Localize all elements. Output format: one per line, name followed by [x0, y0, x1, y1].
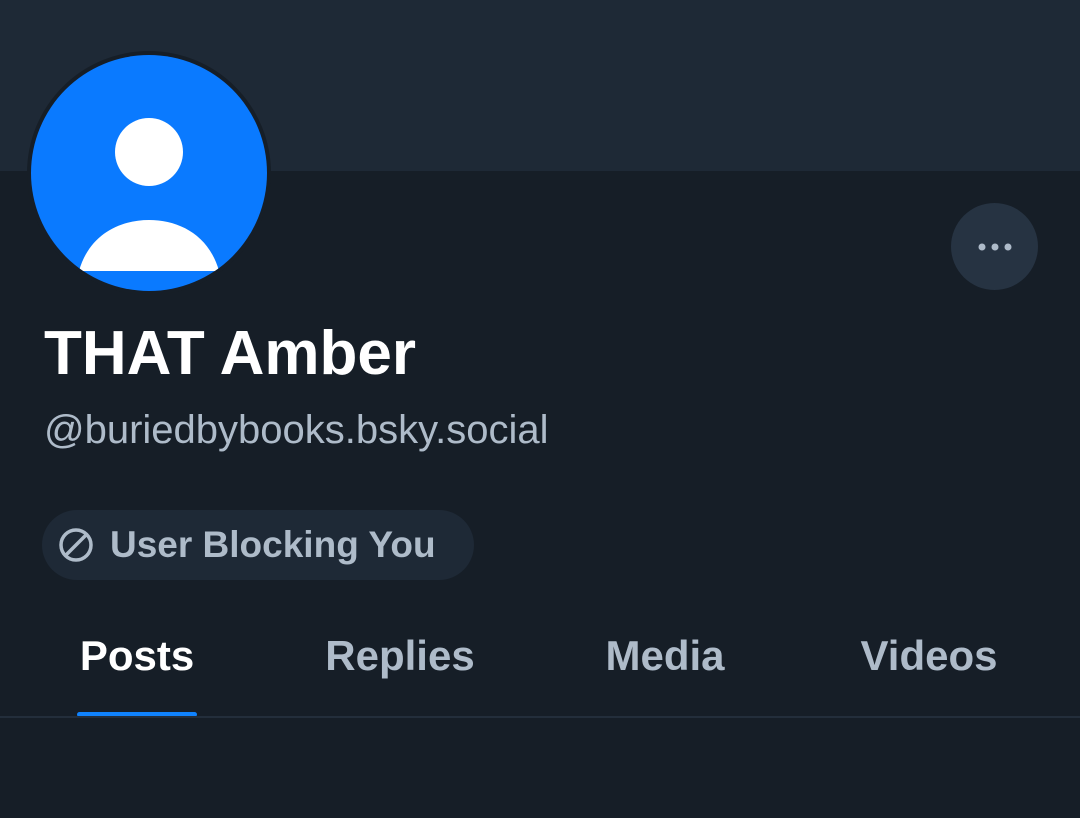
- display-name: THAT Amber: [44, 319, 416, 388]
- tab-media[interactable]: Media: [580, 612, 750, 717]
- tab-replies[interactable]: Replies: [310, 612, 490, 717]
- tab-label: Media: [605, 632, 725, 679]
- more-options-button[interactable]: [951, 203, 1038, 290]
- tab-posts[interactable]: Posts: [77, 612, 197, 717]
- avatar[interactable]: [27, 51, 271, 295]
- blocking-status-badge: User Blocking You: [42, 510, 474, 580]
- default-person-avatar-icon: [31, 55, 267, 291]
- tab-videos[interactable]: Videos: [840, 612, 1018, 717]
- tabs-divider: [0, 716, 1080, 718]
- ellipsis-icon: [978, 243, 1011, 250]
- tab-label: Posts: [79, 632, 195, 679]
- block-icon: [59, 528, 93, 562]
- blocking-status-label: User Blocking You: [110, 524, 436, 565]
- profile-tabs: Posts Replies Media Videos: [0, 612, 1080, 717]
- tab-label: Videos: [860, 632, 998, 679]
- user-handle: @buriedbybooks.bsky.social: [44, 408, 549, 452]
- tab-label: Replies: [325, 632, 475, 679]
